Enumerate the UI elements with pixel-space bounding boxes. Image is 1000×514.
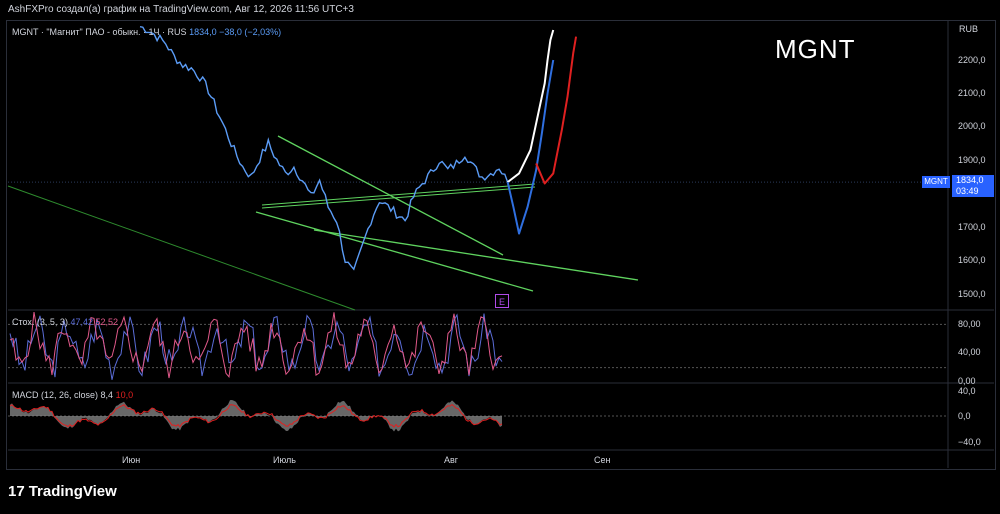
symbol-values: 1834,0 −38,0 (−2,03%) [189, 27, 282, 37]
stoch-tick: 0,00 [958, 376, 976, 386]
price-tick: 1500,0 [958, 289, 986, 299]
stoch-k-value: 47,42 [70, 317, 93, 327]
price-tick: 1600,0 [958, 255, 986, 265]
last-price-box: 1834,0 03:49 [952, 175, 994, 197]
forecast-path-red [535, 36, 578, 185]
time-tick: Авг [444, 455, 459, 465]
support-line [313, 229, 639, 281]
stoch-name: Стох. (3, 5, 3) [12, 317, 68, 327]
chart-watermark-title: MGNT [775, 34, 856, 64]
price-tick: 2100,0 [958, 88, 986, 98]
stoch-d-value: 52,52 [95, 317, 119, 327]
macd-tick: 0,0 [958, 411, 971, 421]
time-tick: Июн [122, 455, 141, 465]
time-tick: Июль [273, 455, 296, 465]
symbol-legend[interactable]: MGNT · "Магнит" ПАО - обыкн. · 1Ч · RUS … [12, 27, 281, 37]
macd-signal-value: 10,0 [115, 390, 134, 400]
price-line [139, 26, 509, 271]
tradingview-logo-icon: 17 [8, 483, 25, 500]
price-tick: 2200,0 [958, 55, 986, 65]
bar-countdown: 03:49 [956, 186, 979, 196]
symbol-name: MGNT · "Магнит" ПАО - обыкн. · 1Ч · RUS [12, 27, 187, 37]
macd-tick: 40,0 [958, 386, 976, 396]
price-tick: 2000,0 [958, 121, 986, 131]
macd-legend[interactable]: MACD (12, 26, close) 8,4 10,0 [12, 390, 133, 400]
last-price: 1834,0 [956, 175, 984, 185]
currency-label[interactable]: RUB [959, 24, 978, 34]
tradingview-brand[interactable]: 17 TradingView [8, 483, 117, 500]
macd-name: MACD (12, 26, close) [12, 390, 99, 400]
neckline-1 [261, 183, 536, 206]
price-tick: 1900,0 [958, 155, 986, 165]
symbol-price-tag: MGNT [922, 176, 950, 188]
chart-canvas[interactable] [0, 0, 1000, 514]
stoch-legend[interactable]: Стох. (3, 5, 3) 47,42 52,52 [12, 317, 118, 327]
wedge-lower-line [255, 211, 534, 292]
neckline-2 [261, 186, 536, 209]
earnings-event-badge[interactable]: E [495, 294, 509, 308]
stoch-tick: 40,00 [958, 347, 981, 357]
macd-hist-value: 8,4 [100, 390, 114, 400]
price-tick: 1700,0 [958, 222, 986, 232]
brand-name: TradingView [28, 483, 117, 500]
time-tick: Сен [594, 455, 611, 465]
macd-tick: −40,0 [958, 437, 981, 447]
stoch-tick: 80,00 [958, 319, 981, 329]
